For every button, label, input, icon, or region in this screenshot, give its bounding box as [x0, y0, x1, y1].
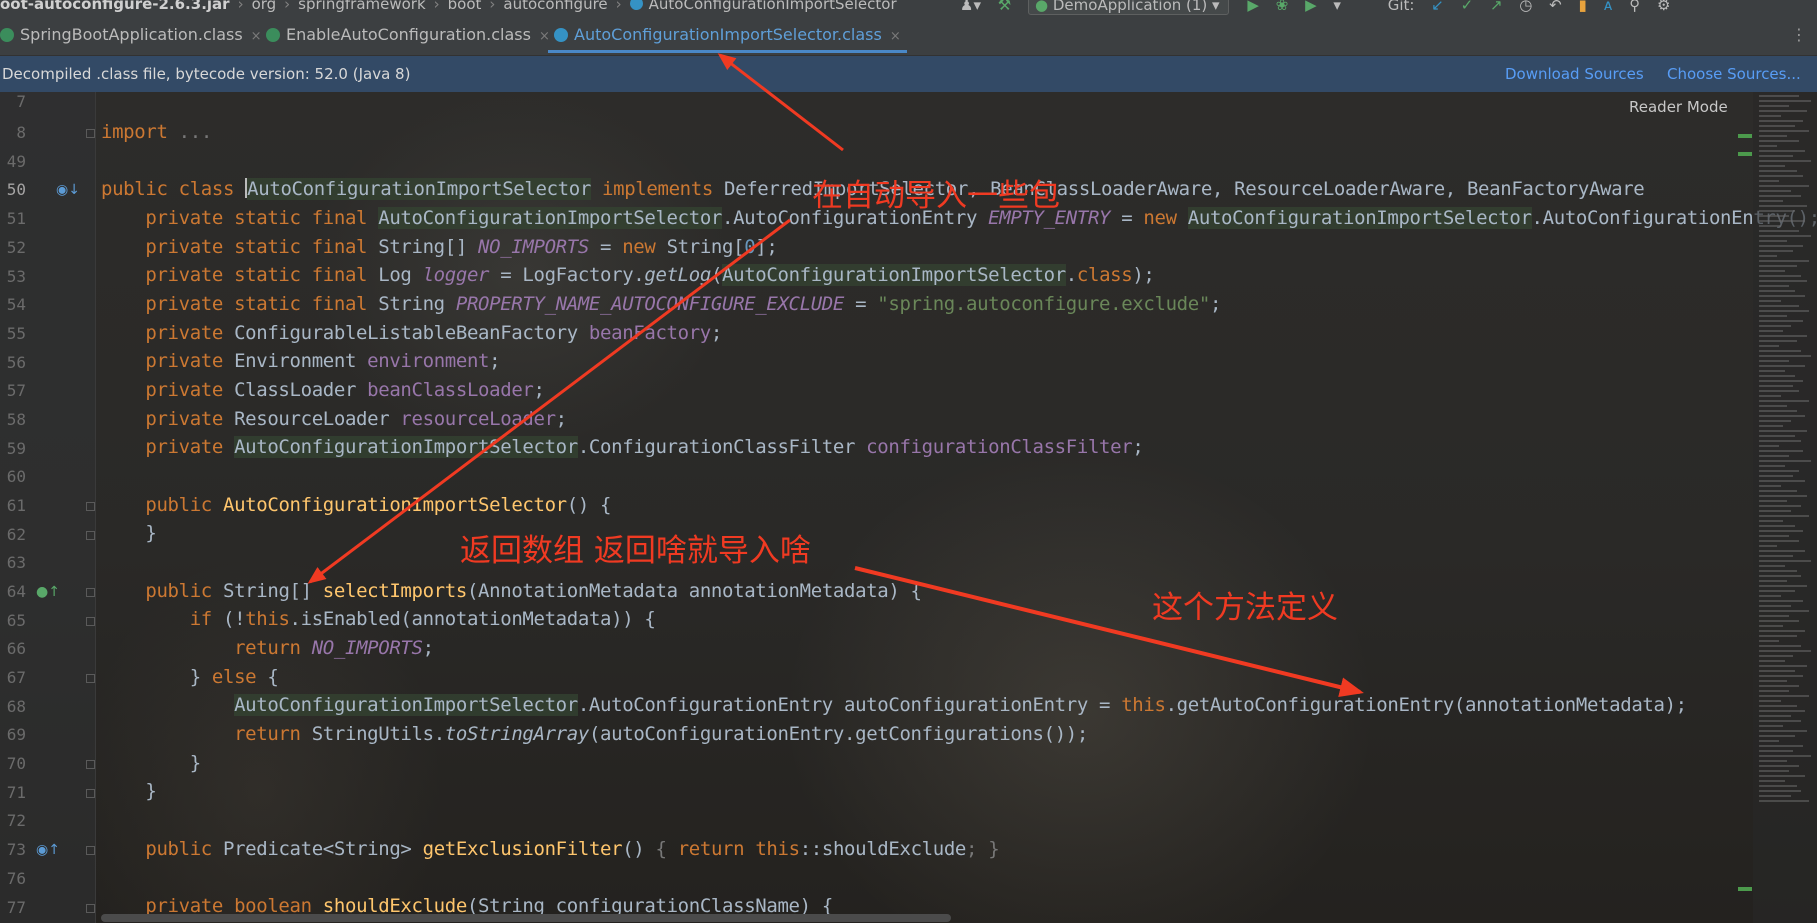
annotation-arrows	[307, 53, 1364, 697]
annotation-method-definition: 这个方法定义	[1152, 590, 1338, 626]
annotation-return-array: 返回数组 返回啥就导入啥	[460, 533, 811, 569]
annotation-auto-import: 在自动导入一些包	[812, 178, 1060, 214]
arrow-to-active-tab	[717, 53, 844, 152]
